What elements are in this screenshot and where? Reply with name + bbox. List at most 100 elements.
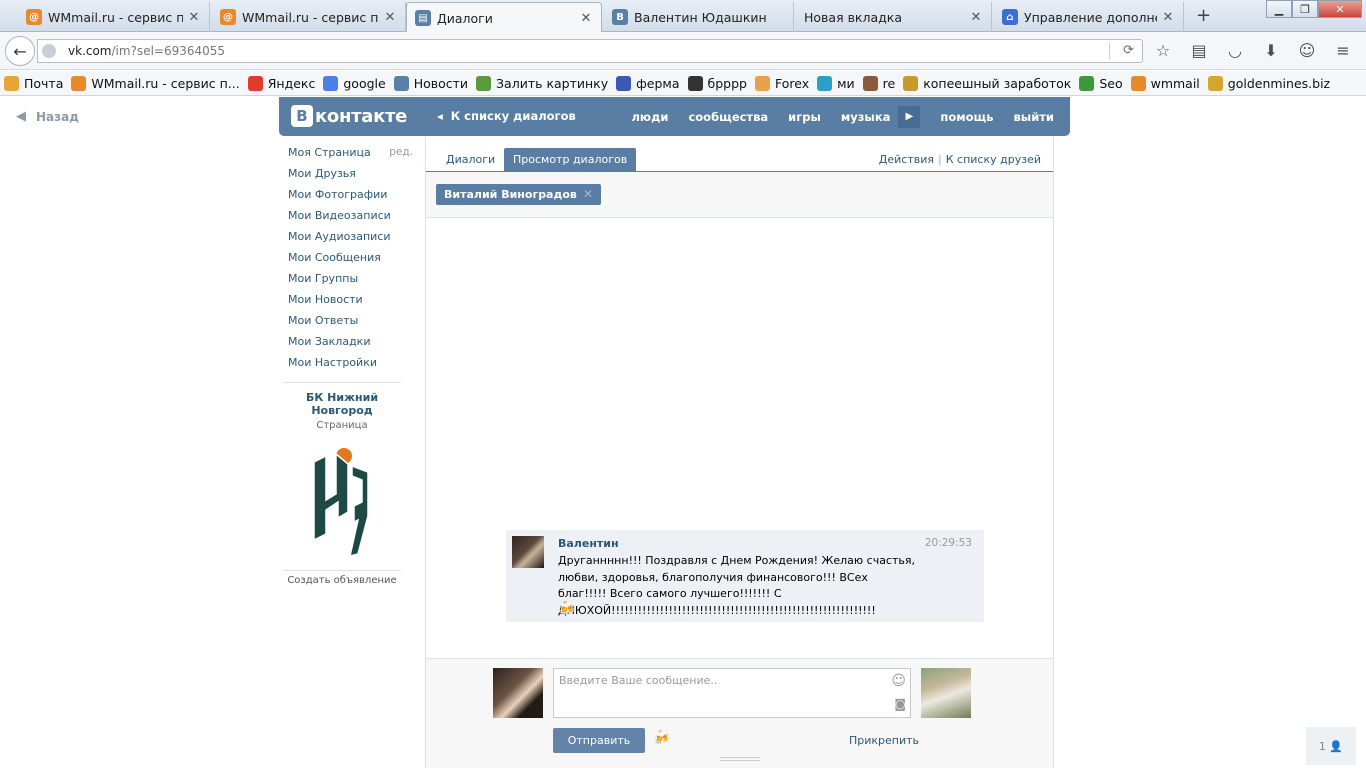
bookmark-item[interactable]: wmmail (1130, 75, 1200, 91)
edit-link[interactable]: ред. (389, 142, 413, 163)
beer-emoji-button-icon[interactable]: 🍻 (653, 730, 670, 746)
close-tab-icon[interactable]: ✕ (579, 11, 593, 26)
bookmark-item[interactable]: re (862, 75, 895, 91)
browser-tab-1[interactable]: @ WMmail.ru - сервис по... ✕ (18, 2, 210, 32)
message-input[interactable]: Введите Ваше сообщение.. ☺ ◙ (553, 668, 911, 718)
menu-item[interactable]: Мои Видеозаписи (288, 205, 413, 226)
browser-tab-2[interactable]: @ WMmail.ru - сервис по... ✕ (212, 2, 406, 32)
smiley-icon[interactable]: ☺ (1296, 40, 1318, 62)
window-close-icon[interactable]: ✕ (1318, 0, 1362, 18)
actions-link[interactable]: Действия (879, 153, 934, 166)
back-link[interactable]: ◀ Назад (16, 109, 79, 124)
page-count: 1 (1318, 739, 1326, 753)
menu-item[interactable]: Мои Группы (288, 268, 413, 289)
bookmark-item[interactable]: google (323, 75, 386, 91)
browser-tab-4[interactable]: B Валентин Юдашкин (604, 2, 794, 32)
close-tab-icon[interactable]: ✕ (969, 10, 983, 25)
reading-list-icon[interactable]: ▤ (1188, 40, 1210, 62)
browser-back-button[interactable]: ← (5, 36, 35, 66)
pocket-icon[interactable]: ◡ (1224, 40, 1246, 62)
bookmark-item[interactable]: Seo (1079, 75, 1123, 91)
bookmark-label: goldenmines.biz (1227, 75, 1331, 91)
bookmark-label: Яндекс (267, 75, 316, 91)
send-button[interactable]: Отправить (553, 728, 645, 753)
tab-dialogs[interactable]: Диалоги (437, 148, 504, 172)
message-author[interactable]: Валентин (558, 537, 619, 550)
bookmark-item[interactable]: Залить картинку (476, 75, 608, 91)
mail-icon (4, 75, 19, 91)
vk-icon: B (612, 9, 628, 25)
group-name[interactable]: БК Нижний Новгород (283, 391, 401, 417)
menu-item[interactable]: Мои Закладки (288, 331, 413, 352)
bookmark-item[interactable]: ферма (616, 75, 680, 91)
author-avatar[interactable] (512, 536, 544, 568)
close-tab-icon[interactable]: ✕ (383, 10, 397, 25)
group-logo-image[interactable] (306, 442, 378, 560)
create-ad-link[interactable]: Создать объявление (283, 575, 401, 586)
menu-item[interactable]: Мои Ответы (288, 310, 413, 331)
menu-icon[interactable]: ≡ (1332, 40, 1354, 62)
menu-item[interactable]: Мои Новости (288, 289, 413, 310)
nav-music[interactable]: музыка (841, 110, 891, 124)
message-item[interactable]: Валентин 20:29:53 Друганнннн!!! Поздравл… (506, 530, 984, 622)
bookmark-item[interactable]: ми (817, 75, 855, 91)
bookmark-item[interactable]: goldenmines.biz (1207, 75, 1331, 91)
emoji-picker-icon[interactable]: ☺ (891, 673, 906, 689)
page-counter[interactable]: 1 👤 (1306, 727, 1356, 765)
message-composer: Введите Ваше сообщение.. ☺ ◙ Отправить 🍻… (426, 658, 1053, 768)
bookmark-item[interactable]: бpppp (687, 75, 747, 91)
menu-divider-2 (283, 570, 401, 571)
bookmark-item[interactable]: Почта (4, 75, 63, 91)
menu-item[interactable]: Мои Аудиозаписи (288, 226, 413, 247)
nav-logout[interactable]: выйти (1014, 110, 1054, 124)
camera-icon[interactable]: ◙ (894, 697, 906, 711)
menu-item[interactable]: Моя Страница ред. (288, 142, 413, 163)
bookmark-item[interactable]: Forex (754, 75, 809, 91)
browser-tab-5[interactable]: Новая вкладка ✕ (796, 2, 992, 32)
resize-handle[interactable] (720, 757, 760, 761)
tab-view-dialogs[interactable]: Просмотр диалогов (504, 148, 637, 172)
bookmark-item[interactable]: WMmail.ru - сервис п... (71, 75, 240, 91)
maximize-icon[interactable]: ❐ (1292, 0, 1318, 18)
tab-title: Управление дополнен... (1024, 9, 1157, 25)
menu-item[interactable]: Мои Сообщения (288, 247, 413, 268)
bookmark-star-icon[interactable]: ☆ (1152, 40, 1174, 62)
logo-letter-n (313, 452, 349, 542)
recipient-chip[interactable]: Виталий Виноградов ✕ (436, 184, 601, 205)
film-icon (687, 75, 703, 91)
new-tab-button[interactable]: + (1196, 5, 1211, 26)
bookmark-label: ми (837, 75, 855, 91)
close-tab-icon[interactable]: ✕ (1161, 10, 1175, 25)
my-avatar[interactable] (493, 668, 543, 718)
nav-games[interactable]: игры (788, 110, 821, 124)
minimize-icon[interactable]: ▁ (1266, 0, 1292, 18)
peer-avatar[interactable] (921, 668, 971, 718)
address-bar[interactable]: vk.com/im?sel=69364055 ⟳ (37, 39, 1143, 63)
download-icon[interactable]: ⬇ (1260, 40, 1282, 62)
to-dialogs-link[interactable]: ◂ К списку диалогов (437, 109, 576, 123)
reload-icon[interactable]: ⟳ (1123, 43, 1134, 58)
menu-item[interactable]: Мои Настройки (288, 352, 413, 373)
wmmail-icon: @ (26, 9, 42, 25)
play-icon[interactable]: ▶ (898, 105, 921, 128)
browser-tab-6[interactable]: ⌂ Управление дополнен... ✕ (994, 2, 1184, 32)
browser-tab-3[interactable]: ▤ Диалоги ✕ (406, 2, 602, 33)
bookmark-item[interactable]: копеешный заработок (903, 75, 1071, 91)
menu-item[interactable]: Мои Друзья (288, 163, 413, 184)
tab-title: WMmail.ru - сервис по... (48, 9, 183, 25)
nav-help[interactable]: помощь (940, 110, 993, 124)
bookmark-item[interactable]: Новости (393, 75, 468, 91)
remove-recipient-icon[interactable]: ✕ (583, 187, 593, 201)
google-icon (323, 75, 339, 91)
recipient-bar: Виталий Виноградов ✕ (426, 172, 1053, 218)
nav-people[interactable]: люди (632, 110, 669, 124)
bookmarks-toolbar: Почта WMmail.ru - сервис п... Яндекс google… (0, 71, 1366, 96)
bookmark-item[interactable]: Яндекс (247, 75, 316, 91)
vk-logo[interactable]: В контакте (291, 105, 407, 127)
attach-link[interactable]: Прикрепить (849, 734, 919, 747)
close-tab-icon[interactable]: ✕ (187, 10, 201, 25)
to-friends-link[interactable]: К списку друзей (946, 153, 1041, 166)
nav-communities[interactable]: сообщества (688, 110, 768, 124)
menu-item-label: Мои Фотографии (288, 188, 388, 201)
menu-item[interactable]: Мои Фотографии (288, 184, 413, 205)
